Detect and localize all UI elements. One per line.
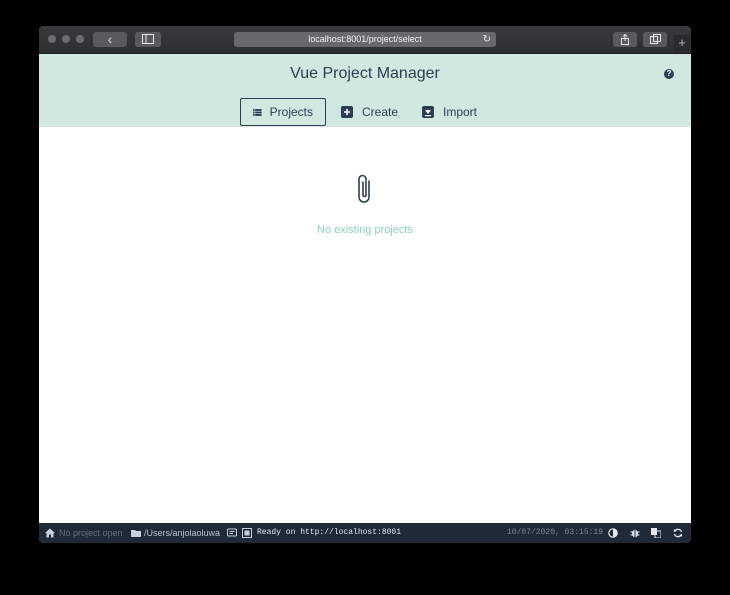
status-bar: No project open /Users/anjolaoluwa Ready…: [39, 523, 691, 543]
current-directory[interactable]: /Users/anjolaoluwa: [144, 523, 220, 543]
translate-icon[interactable]: [651, 528, 661, 538]
dark-mode-icon[interactable]: [608, 528, 618, 538]
back-button[interactable]: ‹: [93, 32, 127, 47]
share-button[interactable]: [613, 32, 637, 47]
tabs-icon: [649, 34, 661, 44]
log-message[interactable]: Ready on http://localhost:8001: [257, 523, 401, 543]
back-icon: ‹: [107, 31, 113, 47]
url-text: localhost:8001/project/select: [308, 34, 422, 44]
new-tab-button[interactable]: +: [674, 35, 690, 51]
address-bar[interactable]: localhost:8001/project/select ↻: [234, 32, 496, 47]
plus-icon: [341, 106, 353, 118]
reload-icon[interactable]: ↻: [483, 33, 491, 46]
tab-create-label: Create: [362, 105, 399, 119]
zoom-window-button[interactable]: [76, 35, 84, 43]
tab-projects-label: Projects: [269, 105, 313, 119]
home-icon[interactable]: [45, 528, 55, 538]
folder-icon: [131, 530, 141, 537]
refresh-icon[interactable]: [673, 528, 683, 538]
tab-projects[interactable]: Projects: [240, 98, 326, 126]
close-window-button[interactable]: [48, 35, 56, 43]
minimize-window-button[interactable]: [62, 35, 70, 43]
bug-icon[interactable]: [630, 528, 640, 538]
tab-import-label: Import: [443, 105, 478, 119]
console-icon[interactable]: [227, 528, 237, 538]
app-header: Vue Project Manager ? Projects Create Im…: [39, 54, 691, 127]
tabs-overview-button[interactable]: [643, 32, 667, 47]
browser-window: ‹ localhost:8001/project/select ↻ + Vue …: [39, 26, 691, 543]
import-icon: [422, 106, 434, 118]
list-icon: [253, 108, 262, 116]
page-title: Vue Project Manager: [290, 65, 440, 82]
help-icon[interactable]: ?: [664, 69, 674, 79]
tab-import[interactable]: Import: [422, 98, 477, 126]
timestamp: 10/07/2020, 03:15:19: [507, 528, 604, 537]
share-icon: [621, 34, 629, 45]
project-status[interactable]: No project open: [59, 523, 123, 543]
sidebar-toggle-button[interactable]: [135, 32, 161, 47]
plus-icon: +: [678, 35, 686, 50]
sidebar-icon: [142, 34, 154, 44]
empty-state-message: No existing projects: [317, 224, 413, 236]
tab-create[interactable]: Create: [341, 98, 398, 126]
browser-toolbar: ‹ localhost:8001/project/select ↻ +: [39, 26, 691, 54]
terminal-icon[interactable]: [242, 528, 252, 538]
paperclip-icon: [355, 173, 375, 210]
